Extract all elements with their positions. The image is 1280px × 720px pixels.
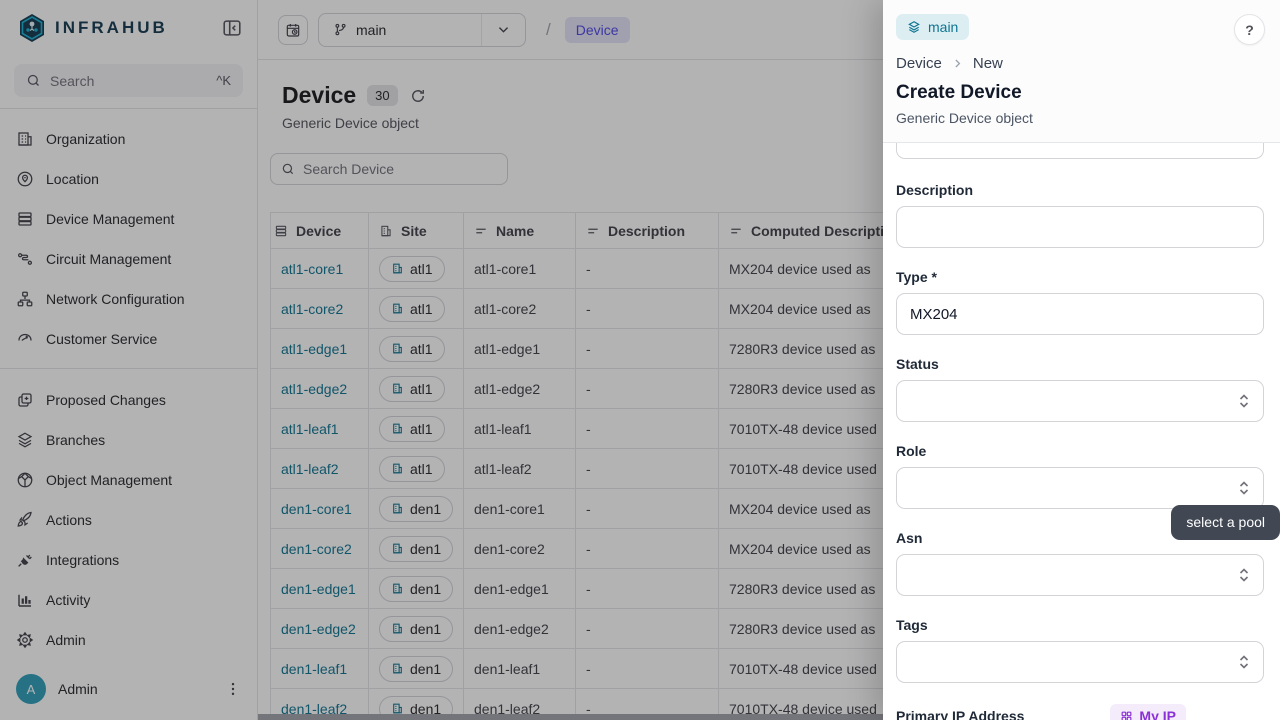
breadcrumb-current: New	[973, 55, 1003, 72]
breadcrumb-parent[interactable]: Device	[896, 55, 942, 72]
tags-label: Tags	[896, 617, 1264, 633]
create-device-drawer: main ? Device New Create Device Generic …	[883, 0, 1280, 720]
drawer-breadcrumb: Device New	[896, 55, 1267, 72]
chevron-up-down-icon	[1238, 480, 1250, 496]
branch-badge[interactable]: main	[896, 14, 969, 40]
primary-ip-label: Primary IP Address	[896, 708, 1024, 720]
select-pool-tooltip: select a pool	[1171, 505, 1280, 540]
chevron-up-down-icon	[1238, 654, 1250, 670]
tags-select[interactable]	[896, 641, 1264, 683]
description-label: Description	[896, 182, 1264, 198]
chevron-up-down-icon	[1238, 393, 1250, 409]
status-select[interactable]	[896, 380, 1264, 422]
drawer-subtitle: Generic Device object	[896, 110, 1267, 126]
status-label: Status	[896, 356, 1264, 372]
drawer-title: Create Device	[896, 82, 1267, 104]
type-label: Type *	[896, 269, 1264, 285]
layers-icon	[907, 20, 921, 34]
create-device-form: Description Type * MX204 Status Role Asn…	[883, 143, 1280, 720]
chevron-right-icon	[951, 57, 964, 70]
role-select[interactable]	[896, 467, 1264, 509]
drawer-header: main ? Device New Create Device Generic …	[883, 0, 1280, 143]
type-field[interactable]: MX204	[896, 293, 1264, 335]
asn-select[interactable]	[896, 554, 1264, 596]
grid-icon	[1120, 710, 1133, 720]
app: INFRAHUB Search ^K Organization	[0, 0, 1280, 720]
chevron-up-down-icon	[1238, 567, 1250, 583]
name-field-partial[interactable]	[896, 143, 1264, 159]
role-label: Role	[896, 443, 1264, 459]
my-ip-badge[interactable]: My IP	[1110, 704, 1186, 720]
help-button[interactable]: ?	[1234, 14, 1265, 45]
description-field[interactable]	[896, 206, 1264, 248]
